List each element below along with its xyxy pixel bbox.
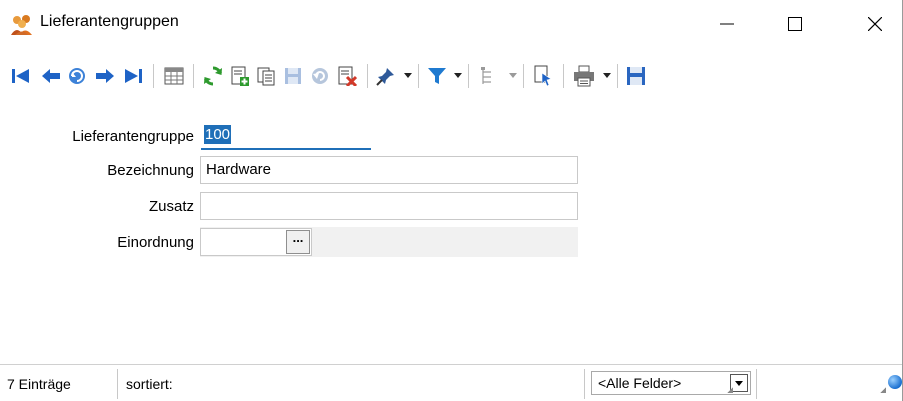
pin-button[interactable] (374, 64, 398, 88)
search-record-button[interactable] (66, 64, 88, 88)
refresh-button[interactable] (201, 64, 225, 88)
export-button[interactable] (624, 64, 648, 88)
table-view-icon (164, 67, 184, 85)
undo-icon (312, 68, 328, 84)
copy-record-button[interactable] (254, 64, 278, 88)
lieferantengruppe-label: Lieferantengruppe (72, 128, 194, 145)
lieferantengruppe-value: 100 (204, 125, 232, 144)
refresh-icon (204, 66, 222, 86)
export-icon (627, 67, 645, 85)
pin-dropdown-icon[interactable] (404, 73, 412, 78)
close-button[interactable] (852, 0, 898, 48)
record-count: 7 Einträge (7, 376, 71, 392)
maximize-button[interactable] (772, 0, 818, 48)
app-window: Lieferantengruppen Lieferantengruppe 100… (0, 0, 903, 401)
zusatz-field[interactable] (200, 192, 578, 220)
next-record-icon (96, 69, 114, 83)
maximize-icon (788, 17, 802, 31)
document-icon (534, 65, 552, 87)
close-icon (868, 17, 882, 31)
einordnung-label: Einordnung (117, 234, 194, 251)
field-filter-value: <Alle Felder> (598, 375, 682, 391)
minimize-button[interactable] (704, 0, 750, 48)
lieferantengruppe-field[interactable]: 100 (201, 122, 371, 150)
resize-grip-icon (880, 387, 886, 393)
window-title: Lieferantengruppen (40, 13, 179, 30)
toolbar (0, 58, 902, 94)
bezeichnung-label: Bezeichnung (107, 162, 194, 179)
next-record-button[interactable] (94, 64, 116, 88)
tree-dropdown-icon[interactable] (509, 73, 517, 78)
einordnung-browse-button[interactable]: ... (286, 230, 310, 254)
document-button[interactable] (531, 64, 555, 88)
new-record-button[interactable] (228, 64, 252, 88)
minimize-icon (720, 23, 734, 25)
save-button[interactable] (281, 64, 305, 88)
last-record-icon (125, 69, 142, 83)
print-button[interactable] (571, 64, 597, 88)
table-view-button[interactable] (162, 64, 186, 88)
globe-icon[interactable] (888, 375, 902, 389)
zusatz-label: Zusatz (148, 198, 194, 215)
filter-dropdown-icon[interactable] (454, 73, 462, 78)
previous-record-icon (42, 69, 60, 83)
print-dropdown-icon[interactable] (603, 73, 611, 78)
search-record-icon (69, 68, 85, 84)
copy-record-icon (257, 67, 275, 86)
first-record-icon (12, 69, 29, 83)
bezeichnung-field[interactable]: Hardware (200, 156, 578, 184)
supplier-group-icon (10, 14, 34, 36)
tree-icon (481, 67, 491, 84)
last-record-button[interactable] (122, 64, 144, 88)
title-bar: Lieferantengruppen (0, 0, 902, 48)
print-icon (574, 65, 594, 87)
status-bar: 7 Einträge sortiert: <Alle Felder> (0, 364, 902, 401)
resize-grip-icon (727, 387, 733, 393)
tree-button[interactable] (476, 64, 500, 88)
undo-button[interactable] (308, 64, 332, 88)
previous-record-button[interactable] (40, 64, 62, 88)
filter-button[interactable] (425, 64, 449, 88)
pin-icon (376, 68, 394, 86)
delete-icon (338, 66, 357, 86)
new-record-icon (231, 66, 249, 86)
filter-icon (428, 68, 446, 84)
save-icon (285, 68, 301, 84)
delete-button[interactable] (335, 64, 359, 88)
first-record-button[interactable] (10, 64, 32, 88)
sort-status: sortiert: (126, 376, 173, 392)
